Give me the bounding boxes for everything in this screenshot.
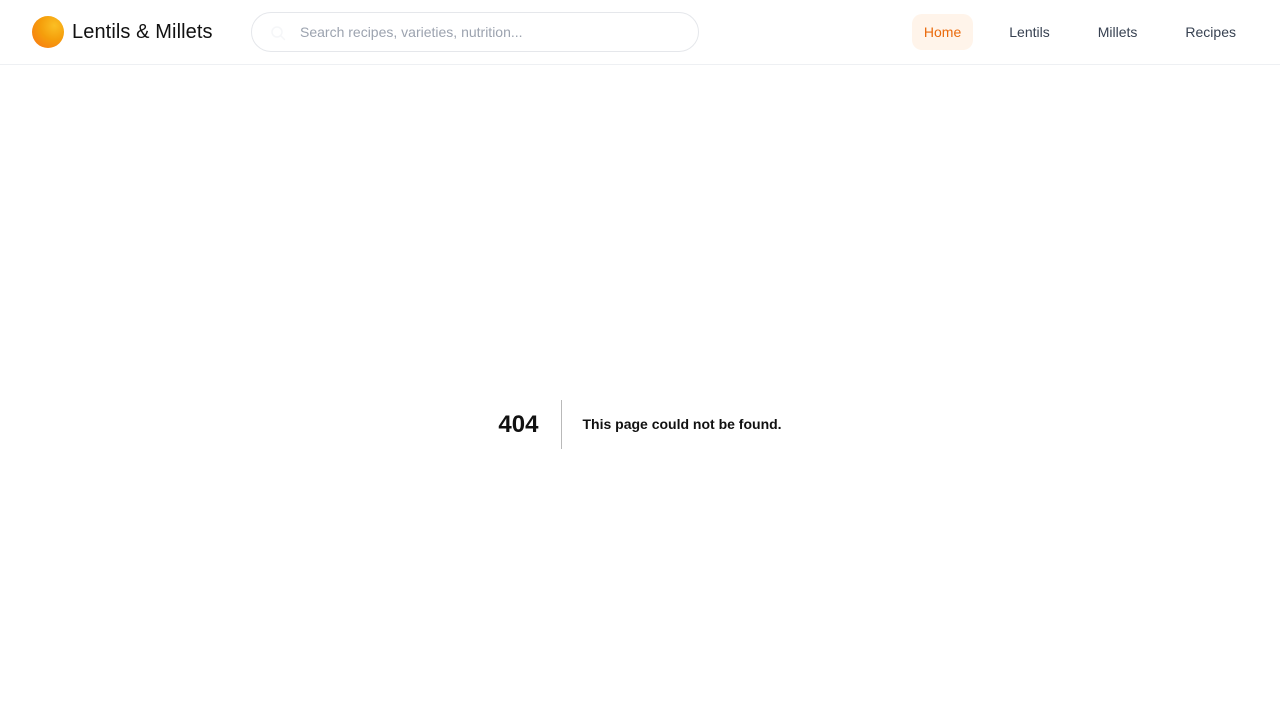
search-input[interactable] [300,13,690,51]
main-nav: Home Lentils Millets Recipes [888,14,1248,50]
error-message: This page could not be found. [582,416,782,432]
error-code: 404 [498,400,563,449]
nav-item-lentils[interactable]: Lentils [997,14,1061,50]
not-found-section: 404 This page could not be found. [0,400,1280,449]
nav-item-recipes[interactable]: Recipes [1173,14,1248,50]
brand-logo-link[interactable]: Lentils & Millets [32,16,213,48]
search-bar [251,12,699,52]
nav-item-home[interactable]: Home [911,14,974,50]
brand-name: Lentils & Millets [72,21,213,43]
nav-item-millets[interactable]: Millets [1086,14,1150,50]
site-header: Lentils & Millets Home Lentils Millets R… [0,0,1280,65]
search-icon [271,26,286,41]
brand-logo-icon [32,16,64,48]
